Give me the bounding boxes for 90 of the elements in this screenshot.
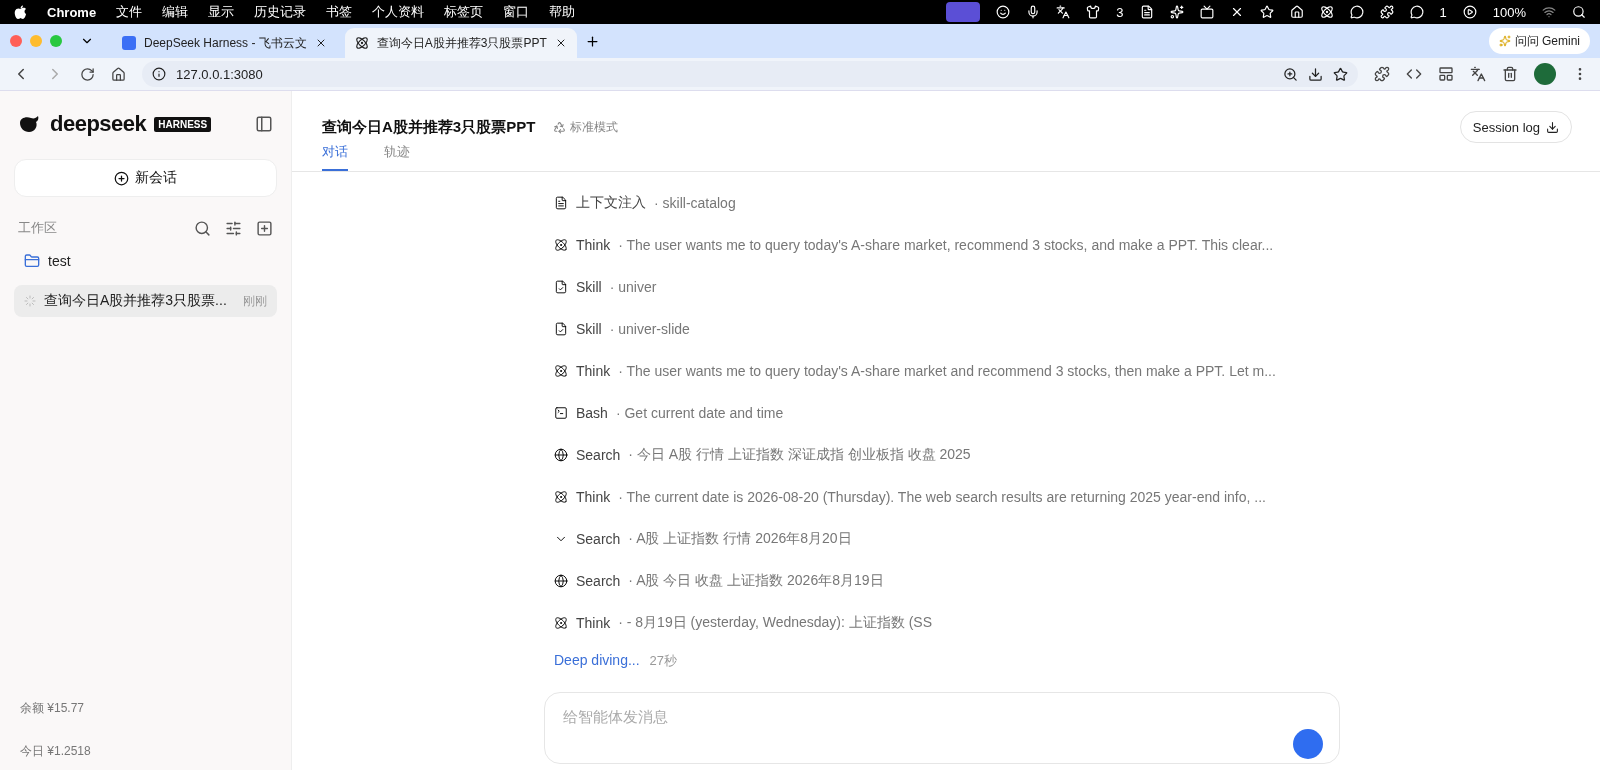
step-row[interactable]: Think · The user wants me to query today's A-share market, recommend 3 stocks, and make a PPT. This clear... [554,236,1600,254]
menu-item[interactable]: 标签页 [444,3,484,21]
document-check-icon [554,280,568,294]
sidebar-toggle-icon[interactable] [255,115,273,133]
menu-item[interactable]: 文件 [116,3,143,21]
badge-count: 3 [1116,4,1124,20]
reload-icon[interactable] [80,66,95,82]
document-icon[interactable] [1139,5,1154,19]
layout-icon[interactable] [1438,66,1454,82]
sparkle-icon [1498,35,1511,47]
document-icon [122,36,136,50]
document-icon [554,196,568,210]
menu-item[interactable]: 显示 [208,3,235,21]
balance-text: 余额 ¥15.77 [20,700,86,717]
atom-icon [554,238,568,252]
sidebar-item[interactable]: test [14,245,277,277]
step-row[interactable]: Think · The user wants me to query today's A-share market and recommend 3 stocks, then make a PPT. Let m... [554,362,1600,380]
step-row[interactable]: 上下文注入 · skill-catalog [554,194,1600,212]
plus-circle-icon [114,170,129,186]
menu-item[interactable]: 窗口 [503,3,530,21]
atom-icon [554,616,568,630]
new-chat-button[interactable]: 新会话 [14,159,277,197]
address-bar[interactable]: 127.0.0.1:3080 [142,61,1358,87]
search-icon[interactable] [194,219,211,237]
chat-icon[interactable] [1409,5,1424,19]
mode-label: 标准模式 [553,118,619,136]
chat-title: 查询今日A股并推荐3只股票PPT [322,117,536,137]
avatar-icon[interactable] [1534,63,1556,85]
step-row[interactable]: Search · A股 上证指数 行情 2026年8月20日 [554,530,1600,548]
menu-item[interactable]: 编辑 [162,3,189,21]
menu-item[interactable]: 个人资料 [372,3,425,21]
badge-count: 1 [1439,4,1447,20]
tv-icon[interactable] [1199,5,1214,19]
chat-icon[interactable] [1349,5,1364,19]
status-label: Deep diving... [554,652,640,668]
microphone-icon[interactable] [1026,5,1041,19]
today-cost-text: 今日 ¥1.2518 [20,743,92,760]
trash-icon[interactable] [1502,66,1518,82]
menu-item[interactable]: 历史记录 [254,3,307,21]
language-icon[interactable] [1056,5,1071,19]
play-icon[interactable] [1462,5,1477,19]
atom-icon [554,490,568,504]
sliders-icon[interactable] [225,219,242,237]
session-log-button[interactable]: Session log [1459,111,1572,143]
smiley-icon[interactable] [996,5,1011,19]
new-tab-icon[interactable] [584,33,600,49]
atom-icon[interactable] [1319,5,1334,19]
gemini-button[interactable]: 问问 Gemini [1488,28,1590,54]
brand-tag: HARNESS [154,116,212,132]
search-icon[interactable] [1572,5,1586,19]
atom-icon [554,364,568,378]
app-menu[interactable]: Chrome [47,4,97,20]
browser-tab[interactable]: DeepSeek Harness - 飞书云文 [112,28,337,58]
step-row[interactable]: Bash · Get current date and time [554,404,1600,422]
star-icon[interactable] [1259,5,1274,19]
folder-icon [24,253,40,269]
translate-icon[interactable] [1470,66,1486,82]
recycle-icon [553,120,567,134]
globe-icon [554,574,568,588]
extensions-icon[interactable] [1374,66,1390,82]
step-row[interactable]: Skill · univer [554,278,1600,296]
elapsed-time: 27秒 [649,652,678,670]
view-tab[interactable]: 对话 [322,139,348,171]
globe-icon [554,448,568,462]
menu-item[interactable]: 书签 [326,3,353,21]
puzzle-icon[interactable] [1379,5,1394,19]
spinner-icon [24,295,36,307]
menu-item[interactable]: 帮助 [549,3,576,21]
section-label: 工作区 [18,219,58,237]
step-row[interactable]: Search · 今日 A股 行情 上证指数 深证成指 创业板指 收盘 2025 [554,446,1600,464]
code-icon[interactable] [1406,66,1422,82]
document-check-icon [554,322,568,336]
download-icon [1546,120,1559,134]
shirt-icon[interactable] [1086,5,1101,19]
browser-tab[interactable]: 查询今日A股并推荐3只股票PPT [344,28,577,58]
home-icon[interactable] [111,66,126,82]
battery-percent: 100% [1492,4,1526,20]
wifi-icon[interactable] [1542,5,1556,19]
sidebar-item[interactable]: 查询今日A股并推荐3只股票... 刚刚 [14,285,277,317]
terminal-icon [554,406,568,420]
send-button[interactable] [1293,729,1323,759]
brand-name: deepseek [50,111,147,137]
step-row[interactable]: Think · The current date is 2026-08-20 (Thursday). The web search results are returning 2025 year-end info, ... [554,488,1600,506]
new-folder-icon[interactable] [256,219,273,237]
step-row[interactable]: Think · - 8月19日 (yesterday, Wednesday): 上证指数 (SS [554,614,1600,632]
step-row[interactable]: Search · A股 今日 收盘 上证指数 2026年8月19日 [554,572,1600,590]
view-tab[interactable]: 轨迹 [384,139,410,171]
apple-icon[interactable] [14,4,27,20]
sparkle-icon[interactable] [1169,5,1184,19]
step-row[interactable]: Skill · univer-slide [554,320,1600,338]
